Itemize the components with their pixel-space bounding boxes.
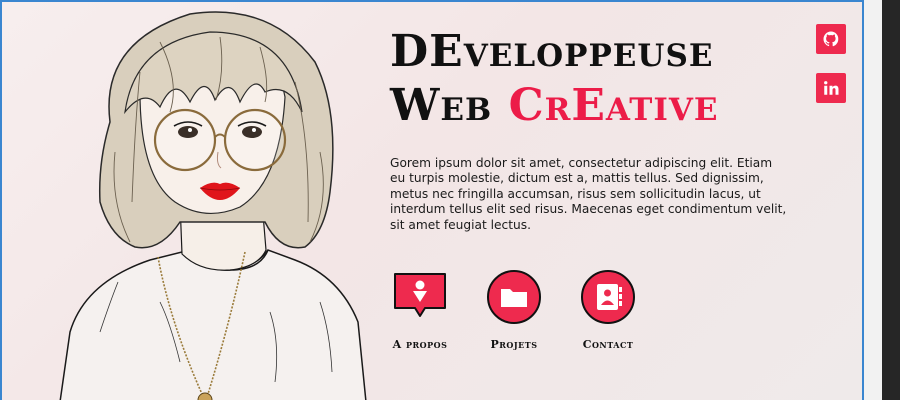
github-icon: [823, 31, 839, 47]
linkedin-icon: [824, 81, 839, 95]
contact-link[interactable]: Contact: [568, 270, 648, 351]
contact-label: Contact: [582, 338, 634, 351]
projects-link[interactable]: Projets: [474, 270, 554, 351]
hero-title: DEveloppeuse Web CrEative: [390, 30, 719, 128]
title-web: Web: [390, 80, 493, 131]
hero-description: Gorem ipsum dolor sit amet, consectetur …: [390, 156, 787, 232]
linkedin-button[interactable]: [816, 73, 846, 103]
folder-icon: [487, 270, 541, 324]
projects-label: Projets: [490, 338, 538, 351]
contact-book-icon: [581, 270, 635, 324]
scrollbar-track[interactable]: [864, 0, 882, 400]
title-line-1: DEveloppeuse: [390, 26, 714, 77]
github-button[interactable]: [816, 24, 846, 54]
title-line-2: Web CrEative: [390, 84, 719, 128]
action-links: A propos Projets Contact: [388, 270, 658, 360]
chat-download-icon: [394, 273, 446, 317]
about-link[interactable]: A propos: [380, 270, 460, 351]
page-frame: DEveloppeuse Web CrEative Gorem ipsum do…: [0, 0, 864, 400]
portrait-illustration: [59, 11, 367, 400]
title-creative: CrEative: [508, 80, 719, 131]
about-label: A propos: [392, 338, 448, 351]
window-edge: [882, 0, 900, 400]
